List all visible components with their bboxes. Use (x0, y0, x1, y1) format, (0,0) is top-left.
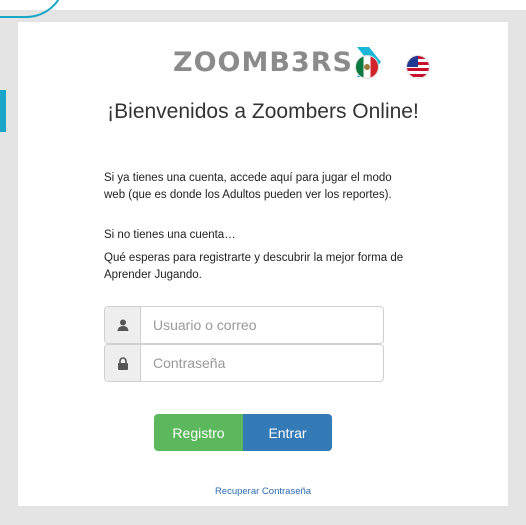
register-paragraph: Qué esperas para registrarte y descubrir… (104, 252, 404, 281)
usa-flag-icon[interactable] (407, 56, 429, 78)
button-row: Registro Entrar (154, 414, 332, 451)
lock-icon (105, 345, 141, 381)
page-title: ¡Bienvenidos a Zoombers Online! (107, 100, 419, 123)
recover-password-link[interactable]: Recuperar Contraseña (18, 486, 508, 497)
login-button[interactable]: Entrar (243, 414, 332, 451)
login-card: ZOOMB3RS ¡Bienvenidos a Zoombers Online!… (18, 22, 508, 506)
intro-paragraph: Si ya tienes una cuenta, accede aquí par… (104, 172, 392, 201)
username-input-group (104, 306, 384, 344)
register-button[interactable]: Registro (154, 414, 243, 451)
zoombers-logo[interactable]: ZOOMB3RS (173, 37, 381, 87)
user-icon (105, 307, 141, 343)
logo-text: ZOOMB3RS (173, 46, 353, 78)
password-input-group (104, 344, 384, 382)
password-input[interactable] (141, 345, 383, 381)
accent-bar (0, 90, 6, 132)
username-input[interactable] (141, 307, 383, 343)
mexico-flag-icon[interactable] (356, 56, 378, 78)
header-row: ZOOMB3RS (18, 37, 508, 87)
no-account-paragraph: Si no tienes una cuenta… (104, 229, 236, 241)
